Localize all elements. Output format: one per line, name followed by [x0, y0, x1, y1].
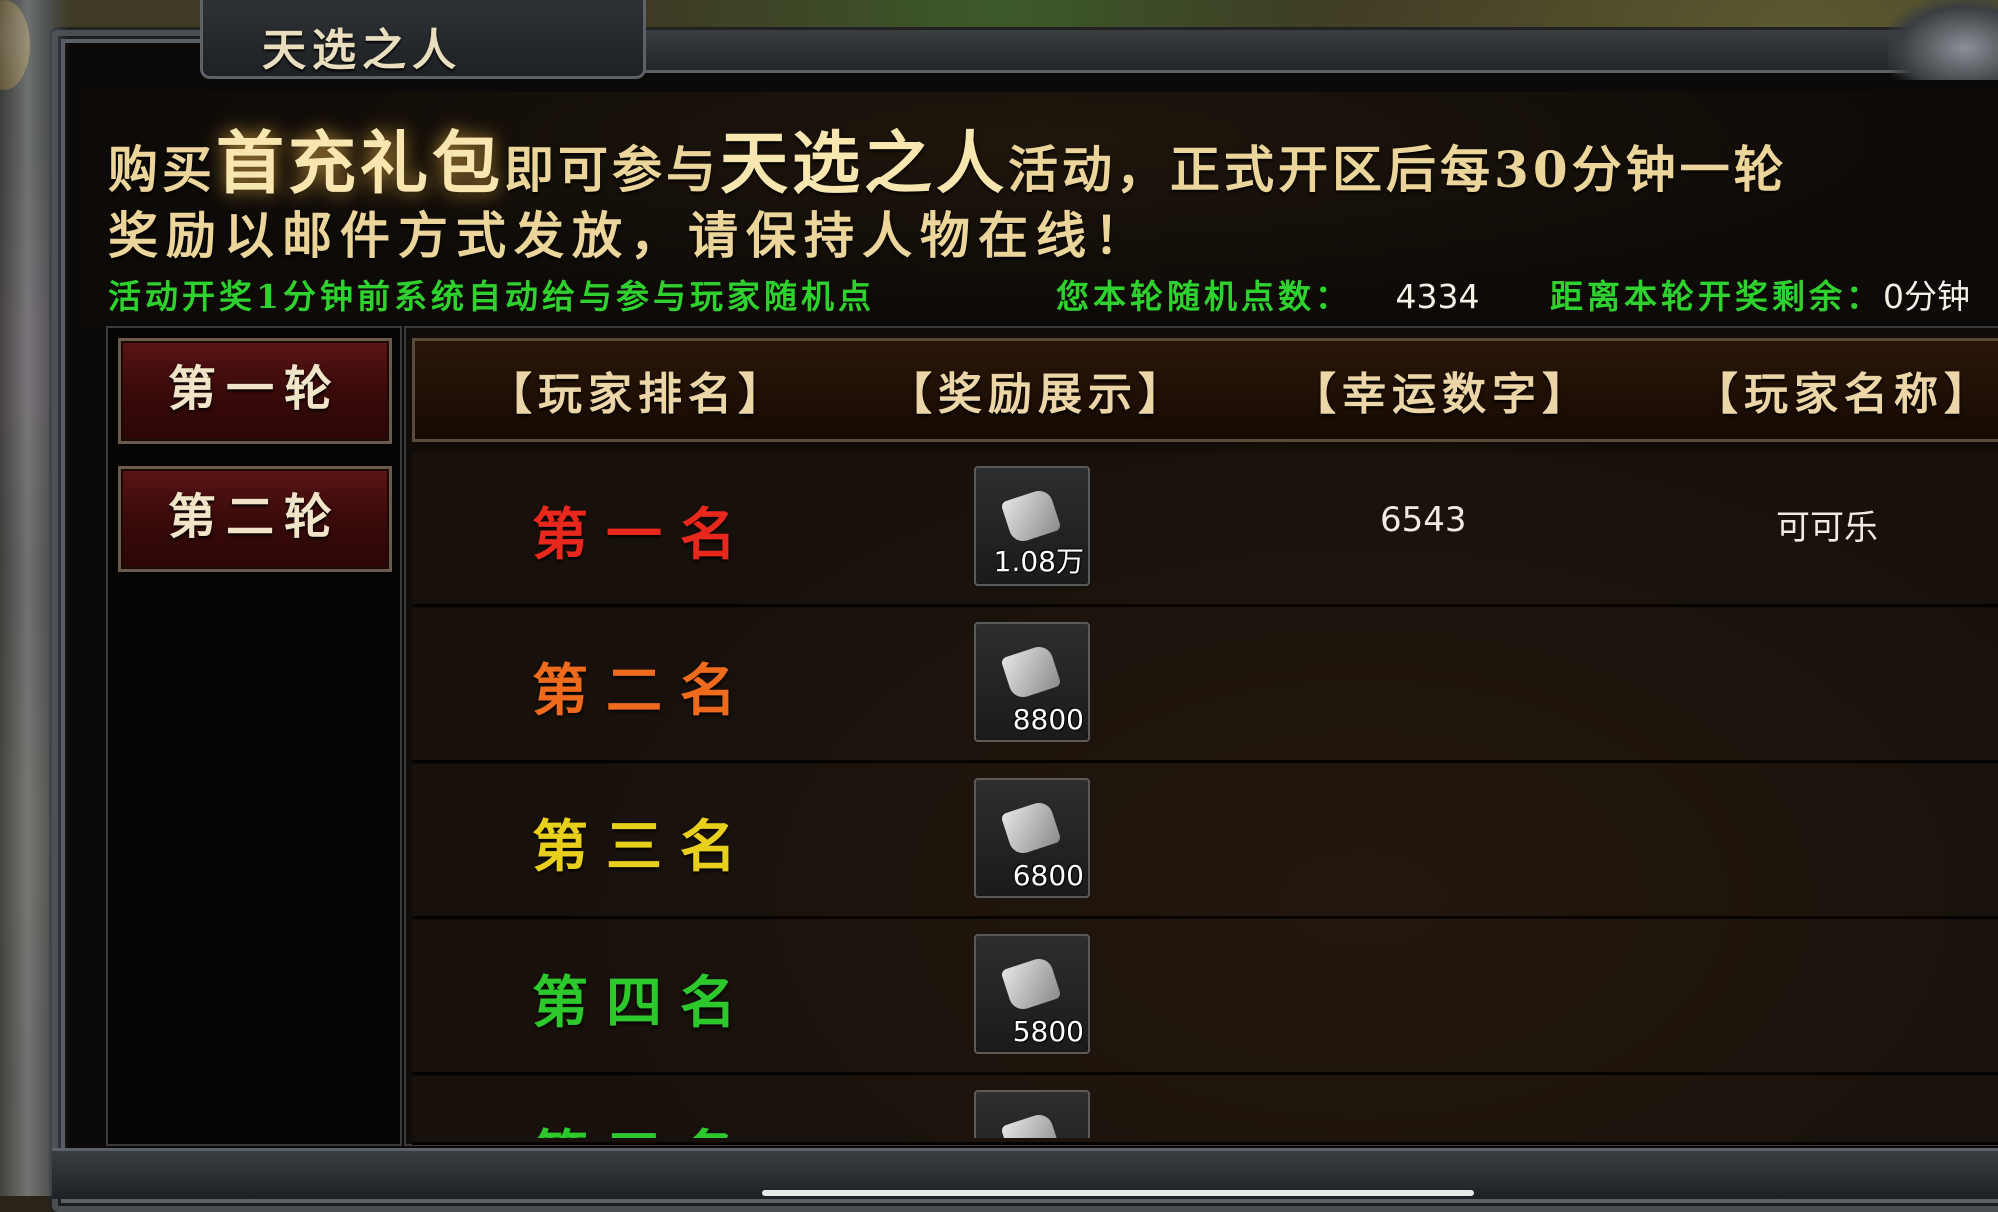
reward-item[interactable]: 6800: [974, 778, 1090, 898]
points-value: 4334: [1395, 277, 1480, 316]
header-player-name: 【玩家名称】: [1694, 369, 1994, 420]
round-2-tab[interactable]: 第二轮: [118, 466, 392, 572]
banner-text: 即可参与: [504, 140, 721, 199]
countdown-value: 0分钟: [1883, 277, 1970, 316]
countdown-label: 距离本轮开奖剩余：: [1550, 277, 1883, 316]
reward-item[interactable]: 1.08万: [974, 466, 1090, 586]
home-indicator[interactable]: [762, 1190, 1474, 1196]
rank-label: 第二名: [532, 658, 754, 724]
header-reward-display: 【奖励展示】: [888, 369, 1188, 420]
rank-label: 第三名: [532, 814, 754, 880]
round-1-tab[interactable]: 第一轮: [118, 338, 392, 444]
reward-quantity: 6800: [1012, 859, 1084, 892]
reward-quantity: 1.08万: [993, 545, 1084, 578]
dragon-frame-right-decoration: [1888, 0, 1998, 80]
event-name-text: 天选之人: [720, 124, 1009, 204]
scroll-icon: [1000, 487, 1062, 545]
reward-item[interactable]: [974, 1090, 1090, 1138]
scroll-icon: [1000, 643, 1062, 701]
countdown-info: 距离本轮开奖剩余：0分钟: [1550, 270, 1970, 318]
banner-line-1: 购买首充礼包即可参与天选之人活动，正式开区后每30分钟一轮: [108, 108, 1788, 207]
reward-item[interactable]: 8800: [974, 622, 1090, 742]
banner-text: 购买: [108, 140, 216, 199]
banner-line-2: 奖励以邮件方式发放，请保持人物在线！: [108, 206, 1152, 265]
rank-label: 第一名: [532, 502, 754, 568]
panel-top-bar: [640, 30, 1940, 73]
reward-quantity: 5800: [1012, 1015, 1084, 1048]
banner-text: 活动，正式开区后每30分钟一轮: [1008, 140, 1788, 199]
round-tab-column: [106, 326, 402, 1146]
points-info: 您本轮随机点数： 4334: [1056, 270, 1479, 318]
scroll-icon: [1000, 1111, 1062, 1138]
lucky-number: 6543: [1380, 500, 1467, 540]
reward-quantity: 8800: [1012, 703, 1084, 736]
points-label: 您本轮随机点数：: [1056, 277, 1352, 316]
window-title: 天选之人: [262, 25, 462, 76]
row-5-clip: 第五名: [412, 1076, 1998, 1138]
scroll-icon: [1000, 955, 1062, 1013]
player-name: 可可乐: [1776, 508, 1878, 548]
header-player-rank: 【玩家排名】: [488, 369, 788, 420]
first-charge-pack-text: 首充礼包: [216, 124, 505, 204]
reward-item[interactable]: 5800: [974, 934, 1090, 1054]
rank-label: 第四名: [532, 970, 754, 1036]
rank-label: 第五名: [532, 1112, 754, 1138]
header-lucky-number: 【幸运数字】: [1292, 369, 1592, 420]
dragon-frame-left-decoration: [0, 0, 70, 1196]
scroll-icon: [1000, 799, 1062, 857]
info-auto-points: 活动开奖1分钟前系统自动给与参与玩家随机点: [108, 277, 875, 316]
